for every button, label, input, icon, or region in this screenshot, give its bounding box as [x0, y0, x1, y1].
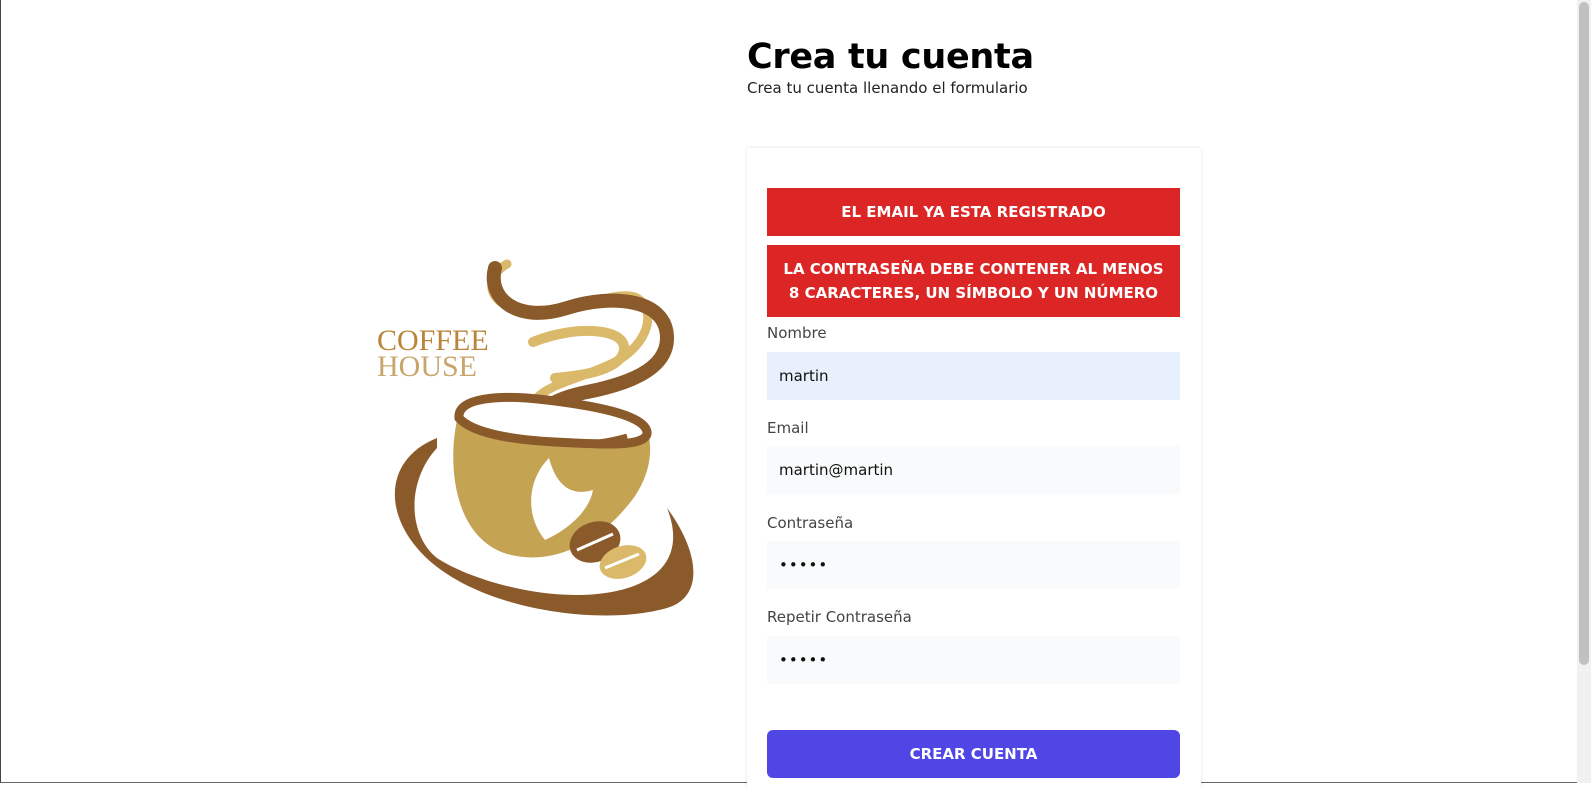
password-confirm-label: Repetir Contraseña — [767, 608, 912, 626]
register-form-card: EL EMAIL YA ESTA REGISTRADO LA CONTRASEÑ… — [747, 148, 1201, 788]
nombre-label: Nombre — [767, 324, 827, 342]
password-input[interactable] — [767, 541, 1180, 589]
password-requirements-alert: LA CONTRASEÑA DEBE CONTENER AL MENOS 8 C… — [767, 245, 1180, 317]
email-label: Email — [767, 419, 809, 437]
email-registered-alert: EL EMAIL YA ESTA REGISTRADO — [767, 188, 1180, 236]
password-confirm-input[interactable] — [767, 636, 1180, 684]
nombre-input[interactable] — [767, 352, 1180, 400]
create-account-button[interactable]: CREAR CUENTA — [767, 730, 1180, 778]
browser-viewport: Crea tu cuenta Crea tu cuenta llenando e… — [0, 0, 1591, 788]
page-scrollbar[interactable] — [1577, 0, 1591, 783]
password-label: Contraseña — [767, 514, 854, 532]
page-header: Crea tu cuenta Crea tu cuenta llenando e… — [747, 36, 1034, 98]
coffee-cup-icon: COFFEE HOUSE — [377, 259, 694, 616]
logo-text-house: HOUSE — [377, 350, 477, 383]
page-title: Crea tu cuenta — [747, 37, 1034, 77]
coffee-house-logo: COFFEE HOUSE — [377, 258, 717, 638]
email-input[interactable] — [767, 446, 1180, 494]
page-subtitle: Crea tu cuenta llenando el formulario — [747, 79, 1028, 97]
scrollbar-thumb[interactable] — [1579, 2, 1589, 665]
